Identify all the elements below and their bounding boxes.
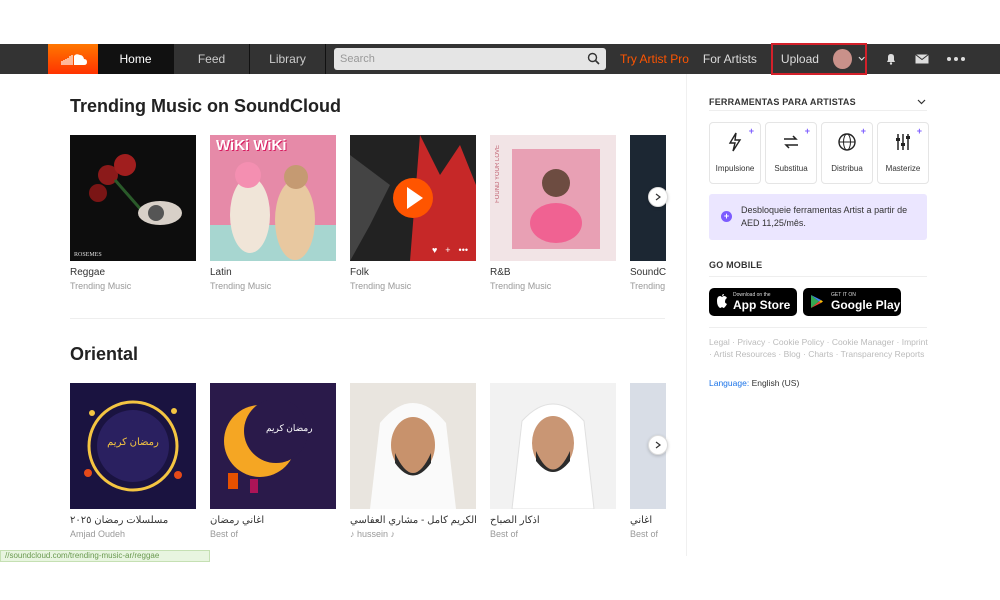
playlist-artwork[interactable]: ♥ + ••• — [350, 135, 476, 261]
card-title[interactable]: Reggae — [70, 267, 196, 278]
try-artist-pro-link[interactable]: Try Artist Pro — [620, 52, 689, 66]
section-title-trending: Trending Music on SoundCloud — [70, 96, 341, 116]
footer-links[interactable]: Legal · Privacy · Cookie Policy · Cookie… — [709, 336, 929, 360]
playlist-card[interactable]: اغاني Best of — [630, 383, 666, 539]
go-mobile-heading: GO MOBILE — [709, 260, 763, 270]
replace-icon — [784, 135, 798, 149]
card-subtitle[interactable]: Trending Music — [210, 281, 336, 291]
like-icon[interactable]: ♥ — [432, 245, 437, 255]
card-title[interactable]: R&B — [490, 267, 616, 278]
card-title[interactable]: الكريم كامل - مشاري العفاسي — [350, 515, 476, 526]
apple-icon — [717, 294, 727, 308]
tool-boost[interactable]: + Impulsione — [709, 122, 761, 184]
playlist-artwork[interactable] — [490, 383, 616, 509]
card-subtitle[interactable]: Trending — [630, 281, 666, 291]
upload-highlight: Upload — [770, 43, 867, 75]
playlist-card[interactable]: ♥ + ••• Folk Trending Music — [350, 135, 476, 291]
top-navigation: Home Feed Library Try Artist Pro For Art… — [0, 43, 1000, 75]
tool-master[interactable]: + Masterize — [877, 122, 929, 184]
card-title[interactable]: اذكار الصباح — [490, 515, 616, 526]
playlist-artwork[interactable]: رمضان كريم — [70, 383, 196, 509]
card-title[interactable]: اغاني رمضان — [210, 515, 336, 526]
google-play-icon — [811, 295, 823, 308]
more-icon[interactable]: ••• — [459, 245, 468, 255]
chevron-down-icon[interactable] — [858, 56, 865, 62]
language-value[interactable]: English (US) — [752, 378, 800, 388]
oriental-carousel: رمضان كريم مسلسلات رمضان ٢٠٢٥ Amjad Oude… — [70, 383, 666, 553]
chevron-right-icon — [655, 441, 661, 449]
language-label: Language: — [709, 378, 750, 388]
playlist-card[interactable]: WiKi WiKi Latin Trending Music — [210, 135, 336, 291]
card-title[interactable]: Folk — [350, 267, 476, 278]
cloud-icon — [61, 54, 87, 65]
divider — [709, 276, 927, 277]
google-play-badge[interactable]: GET IT ON Google Play — [803, 288, 901, 316]
language-selector[interactable]: Language: English (US) — [709, 378, 799, 388]
tab-library[interactable]: Library — [250, 44, 326, 74]
tab-home[interactable]: Home — [98, 44, 174, 74]
boost-icon — [728, 132, 742, 152]
card-subtitle[interactable]: ♪ hussein ♪ — [350, 529, 476, 539]
card-title[interactable]: SoundC — [630, 267, 666, 278]
artist-tools-heading: FERRAMENTAS PARA ARTISTAS — [709, 97, 856, 107]
playlist-card[interactable]: رمضان كريم اغاني رمضان Best of — [210, 383, 336, 539]
upload-button[interactable]: Upload — [781, 52, 819, 66]
tool-replace[interactable]: + Substitua — [765, 122, 817, 184]
card-title[interactable]: مسلسلات رمضان ٢٠٢٥ — [70, 515, 196, 526]
bell-icon[interactable] — [885, 53, 897, 65]
card-subtitle[interactable]: Best of — [490, 529, 616, 539]
carousel-next-button[interactable] — [648, 435, 668, 455]
playlist-artwork[interactable] — [350, 383, 476, 509]
playlist-card[interactable]: اذكار الصباح Best of — [490, 383, 616, 539]
card-subtitle[interactable]: Trending Music — [490, 281, 616, 291]
unlock-artist-tools-banner[interactable]: + Desbloqueie ferramentas Artist a parti… — [709, 194, 927, 240]
playlist-artwork[interactable]: رمضان كريم — [210, 383, 336, 509]
section-title-oriental: Oriental — [70, 344, 139, 364]
chevron-right-icon — [655, 193, 661, 201]
playlist-artwork[interactable]: ROSEMES — [70, 135, 196, 261]
trending-carousel: ROSEMES Reggae Trending Music WiKi WiKi … — [70, 135, 666, 305]
card-subtitle[interactable]: Trending Music — [350, 281, 476, 291]
plus-icon: + — [721, 211, 732, 222]
mastering-icon — [896, 134, 910, 150]
messages-icon[interactable] — [915, 54, 929, 64]
section-divider — [70, 318, 665, 319]
tool-distribute[interactable]: + Distribua — [821, 122, 873, 184]
playlist-artwork[interactable]: FOUND YOUR LOVE — [490, 135, 616, 261]
card-title[interactable]: Latin — [210, 267, 336, 278]
for-artists-link[interactable]: For Artists — [703, 52, 757, 66]
card-subtitle[interactable]: Amjad Oudeh — [70, 529, 196, 539]
follow-icon[interactable]: + — [445, 245, 450, 255]
card-actions: ♥ + ••• — [432, 245, 468, 255]
search-icon[interactable] — [587, 52, 600, 65]
card-title[interactable]: اغاني — [630, 515, 666, 526]
card-subtitle[interactable]: Best of — [630, 529, 666, 539]
search-box — [334, 48, 606, 70]
soundcloud-logo[interactable] — [48, 44, 98, 74]
playlist-artwork[interactable]: WiKi WiKi — [210, 135, 336, 261]
playlist-card[interactable]: ROSEMES Reggae Trending Music — [70, 135, 196, 291]
card-subtitle[interactable]: Best of — [210, 529, 336, 539]
more-options-icon[interactable] — [946, 57, 965, 61]
divider — [709, 110, 927, 111]
playlist-card[interactable]: FOUND YOUR LOVE R&B Trending Music — [490, 135, 616, 291]
search-input[interactable] — [334, 48, 606, 70]
tab-feed[interactable]: Feed — [174, 44, 250, 74]
right-sidebar: FERRAMENTAS PARA ARTISTAS + Impulsione +… — [686, 74, 946, 556]
playlist-card[interactable]: الكريم كامل - مشاري العفاسي ♪ hussein ♪ — [350, 383, 476, 539]
link-status-bar: //soundcloud.com/trending-music-ar/regga… — [0, 550, 210, 562]
playlist-card[interactable]: رمضان كريم مسلسلات رمضان ٢٠٢٥ Amjad Oude… — [70, 383, 196, 539]
card-subtitle[interactable]: Trending Music — [70, 281, 196, 291]
divider — [709, 327, 927, 328]
avatar[interactable] — [832, 49, 852, 69]
distribute-icon — [838, 133, 856, 151]
playlist-card[interactable]: SoundC Trending — [630, 135, 666, 291]
app-store-badge[interactable]: Download on the App Store — [709, 288, 797, 316]
carousel-next-button[interactable] — [648, 187, 668, 207]
chevron-down-icon[interactable] — [917, 99, 926, 105]
